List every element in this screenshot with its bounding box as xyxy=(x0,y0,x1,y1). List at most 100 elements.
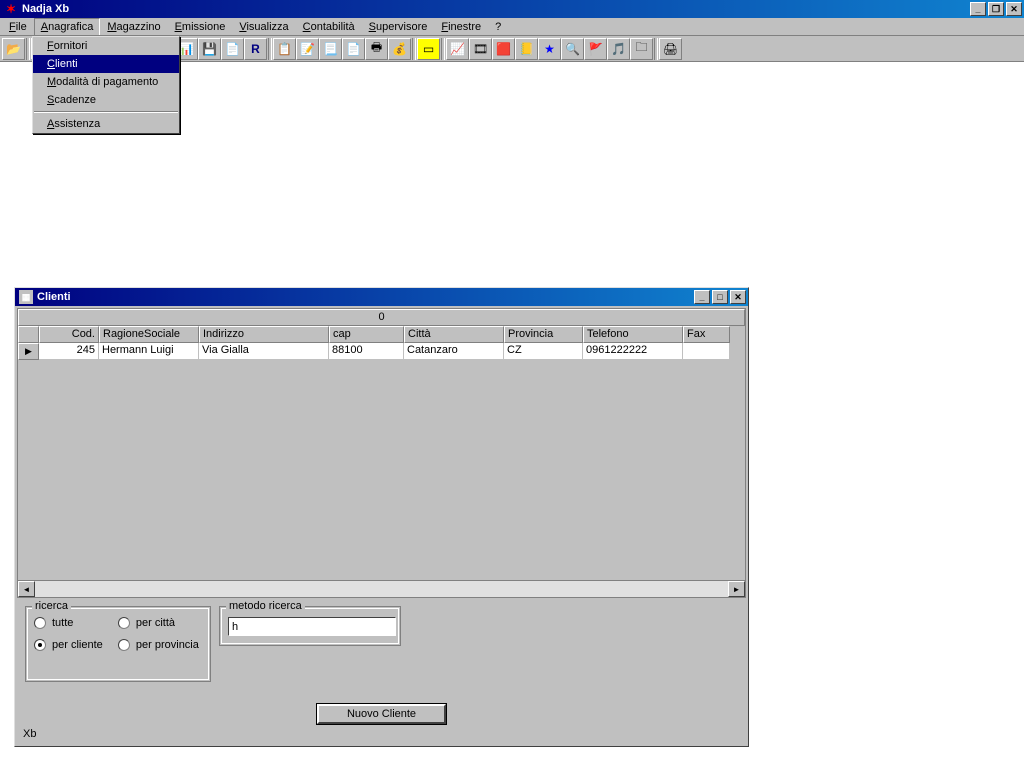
tb-search-icon[interactable]: 🔍 xyxy=(561,38,584,60)
tb-graph-icon[interactable]: 📈 xyxy=(446,38,469,60)
menu-anagrafica[interactable]: Anagrafica xyxy=(34,18,101,35)
tb-sep xyxy=(412,38,416,60)
menu-visualizza[interactable]: Visualizza xyxy=(232,18,295,35)
tb-sep xyxy=(26,38,30,60)
radio-icon xyxy=(118,617,130,629)
grid-header-cap[interactable]: cap xyxy=(329,326,404,343)
cell-indirizzo[interactable]: Via Gialla xyxy=(199,343,329,360)
menu-help[interactable]: ? xyxy=(488,18,508,35)
radio-icon xyxy=(118,639,130,651)
grid-header-telefono[interactable]: Telefono xyxy=(583,326,683,343)
menu-magazzino[interactable]: Magazzino xyxy=(100,18,167,35)
ricerca-legend: ricerca xyxy=(32,600,71,612)
radio-icon xyxy=(34,639,46,651)
radio-per-cliente[interactable]: per cliente xyxy=(34,639,106,651)
grid-horizontal-scrollbar[interactable]: ◄ ► xyxy=(18,580,745,597)
cell-telefono[interactable]: 0961222222 xyxy=(583,343,683,360)
scroll-track[interactable] xyxy=(35,581,728,597)
scroll-right-icon[interactable]: ► xyxy=(728,581,745,597)
radio-per-cliente-label: per cliente xyxy=(52,639,103,651)
scroll-left-icon[interactable]: ◄ xyxy=(18,581,35,597)
metodo-ricerca-fieldset: metodo ricerca xyxy=(219,606,401,646)
grid-header-provincia[interactable]: Provincia xyxy=(504,326,583,343)
grid-top-header: 0 xyxy=(18,309,745,326)
dd-scadenze[interactable]: Scadenze xyxy=(33,91,179,109)
cell-fax[interactable] xyxy=(683,343,730,360)
dd-assistenza[interactable]: Assistenza xyxy=(33,115,179,133)
restore-button[interactable]: ❐ xyxy=(988,2,1004,16)
child-minimize-button[interactable]: _ xyxy=(694,290,710,304)
tb-print-icon[interactable]: 🖶 xyxy=(365,38,388,60)
radio-tutte-label: tutte xyxy=(52,617,73,629)
grid-body: ▶ 245 Hermann Luigi Via Gialla 88100 Cat… xyxy=(18,343,745,580)
menu-contabilita[interactable]: Contabilità xyxy=(296,18,362,35)
tb-film-icon[interactable]: 🎞 xyxy=(469,38,492,60)
radio-per-citta-label: per città xyxy=(136,617,175,629)
tb-r-icon[interactable]: R xyxy=(244,38,267,60)
tb-folder-icon[interactable]: 🗀 xyxy=(630,38,653,60)
nuovo-cliente-button[interactable]: Nuovo Cliente xyxy=(317,704,446,724)
search-controls: ricerca tutte per città per cliente per … xyxy=(15,600,748,686)
grid-header-cod[interactable]: Cod. xyxy=(39,326,99,343)
tb-star-icon[interactable]: ★ xyxy=(538,38,561,60)
status-text: Xb xyxy=(15,724,748,744)
child-maximize-button[interactable]: □ xyxy=(712,290,728,304)
tb-printer-icon[interactable]: 🖨 xyxy=(659,38,682,60)
tb-note-icon[interactable]: 📝 xyxy=(296,38,319,60)
cell-cap[interactable]: 88100 xyxy=(329,343,404,360)
clienti-titlebar: ▦ Clienti _ □ ✕ xyxy=(15,288,748,306)
clienti-icon: ▦ xyxy=(19,290,33,304)
tb-list-icon[interactable]: 📋 xyxy=(273,38,296,60)
grid-header-ragione[interactable]: RagioneSociale xyxy=(99,326,199,343)
cell-provincia[interactable]: CZ xyxy=(504,343,583,360)
tb-cube-icon[interactable]: 🟥 xyxy=(492,38,515,60)
cell-citta[interactable]: Catanzaro xyxy=(404,343,504,360)
row-selector-icon[interactable]: ▶ xyxy=(18,343,39,360)
grid-header-indirizzo[interactable]: Indirizzo xyxy=(199,326,329,343)
child-close-button[interactable]: ✕ xyxy=(730,290,746,304)
cell-cod[interactable]: 245 xyxy=(39,343,99,360)
tb-sep xyxy=(268,38,272,60)
radio-icon xyxy=(34,617,46,629)
radio-per-citta[interactable]: per città xyxy=(118,617,202,629)
radio-per-provincia-label: per provincia xyxy=(136,639,199,651)
minimize-button[interactable]: _ xyxy=(970,2,986,16)
tb-doc2-icon[interactable]: 📄 xyxy=(342,38,365,60)
menu-supervisore[interactable]: Supervisore xyxy=(362,18,435,35)
radio-per-provincia[interactable]: per provincia xyxy=(118,639,202,651)
dd-fornitori[interactable]: Fornitori xyxy=(33,37,179,55)
anagrafica-dropdown: Fornitori Clienti Modalità di pagamento … xyxy=(32,36,180,134)
cell-ragione[interactable]: Hermann Luigi xyxy=(99,343,199,360)
grid-header-selector[interactable] xyxy=(18,326,39,343)
menu-finestre[interactable]: Finestre xyxy=(434,18,488,35)
tb-open-icon[interactable]: 📂 xyxy=(2,38,25,60)
tb-sep xyxy=(441,38,445,60)
tb-music-icon[interactable]: 🎵 xyxy=(607,38,630,60)
tb-cash-icon[interactable]: 💰 xyxy=(388,38,411,60)
search-input[interactable] xyxy=(228,617,396,636)
tb-page-icon[interactable]: 📃 xyxy=(319,38,342,60)
menu-file[interactable]: File xyxy=(2,18,34,35)
dd-modalita-pagamento[interactable]: Modalità di pagamento xyxy=(33,73,179,91)
menu-emissione[interactable]: Emissione xyxy=(168,18,233,35)
ricerca-fieldset: ricerca tutte per città per cliente per … xyxy=(25,606,211,682)
dd-separator xyxy=(34,111,178,113)
metodo-legend: metodo ricerca xyxy=(226,600,305,612)
clienti-grid: 0 Cod. RagioneSociale Indirizzo cap Citt… xyxy=(17,308,746,598)
button-row: Nuovo Cliente xyxy=(15,704,748,724)
close-button[interactable]: ✕ xyxy=(1006,2,1022,16)
table-row[interactable]: ▶ 245 Hermann Luigi Via Gialla 88100 Cat… xyxy=(18,343,745,360)
clienti-window: ▦ Clienti _ □ ✕ 0 Cod. RagioneSociale In… xyxy=(14,287,749,747)
tb-save-icon[interactable]: 💾 xyxy=(198,38,221,60)
grid-header-citta[interactable]: Città xyxy=(404,326,504,343)
tb-doc-icon[interactable]: 📄 xyxy=(221,38,244,60)
grid-column-headers: Cod. RagioneSociale Indirizzo cap Città … xyxy=(18,326,745,343)
tb-flag-icon[interactable]: 🚩 xyxy=(584,38,607,60)
tb-book-icon[interactable]: 📒 xyxy=(515,38,538,60)
radio-tutte[interactable]: tutte xyxy=(34,617,106,629)
dd-clienti[interactable]: Clienti xyxy=(33,55,179,73)
app-title: Nadja Xb xyxy=(22,3,970,15)
grid-header-fax[interactable]: Fax xyxy=(683,326,730,343)
tb-highlight-icon[interactable]: ▭ xyxy=(417,38,440,60)
menubar: File Anagrafica Magazzino Emissione Visu… xyxy=(0,18,1024,36)
